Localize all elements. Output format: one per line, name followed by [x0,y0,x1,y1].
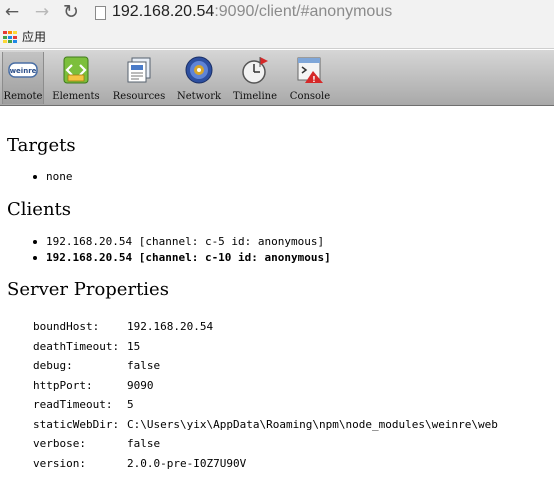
tab-timeline[interactable]: Timeline [228,52,282,104]
tab-label: Remote [3,91,43,102]
svg-text:weinre: weinre [10,67,37,75]
forward-arrow-icon[interactable]: → [31,1,53,23]
list-item: none [30,169,73,185]
property-value: 192.168.20.54 [127,320,214,333]
tab-label: Network [176,91,222,102]
browser-address-bar: ← → ↻ 192.168.20.54:9090/client/#anonymo… [0,0,554,25]
client-item-current[interactable]: 192.168.20.54 [channel: c-10 id: anonymo… [30,250,331,266]
bookmarks-bar: 应用 [0,25,554,49]
clients-heading: Clients [7,199,72,220]
property-key: httpPort: [33,378,93,392]
property-value: C:\Users\yix\AppData\Roaming\npm\node_mo… [127,417,498,431]
property-key: staticWebDir: [33,417,120,431]
property-key: deathTimeout: [33,339,120,353]
client-item[interactable]: 192.168.20.54 [channel: c-5 id: anonymou… [30,234,331,250]
tab-label: Timeline [232,91,278,102]
property-value: 5 [127,398,134,411]
property-row: httpPort: 9090 [33,376,498,396]
timeline-icon [242,57,268,84]
url-path: :9090/client/#anonymous [214,3,393,20]
tab-elements[interactable]: Elements [49,52,103,104]
tab-console[interactable]: ! Console [285,52,335,104]
property-row: staticWebDir: C:\Users\yix\AppData\Roamin… [33,415,498,435]
page-icon [95,6,106,20]
tab-network[interactable]: Network [174,52,224,104]
reload-icon[interactable]: ↻ [60,1,82,23]
weinre-toolbar: weinre Remote Elements Resources Network… [0,50,554,106]
property-key: readTimeout: [33,398,113,411]
property-row: debug: false [33,356,498,376]
property-key: debug: [33,359,73,372]
property-key: version: [33,456,86,470]
property-value: 15 [127,339,141,353]
property-row: version: 2.0.0-pre-I0Z7U90V [33,454,498,474]
clients-list: 192.168.20.54 [channel: c-5 id: anonymou… [30,234,331,266]
property-value: false [127,359,161,372]
property-row: deathTimeout: 15 [33,337,498,357]
console-icon: ! [297,57,323,84]
property-row: boundHost: 192.168.20.54 [33,317,498,337]
tab-label: Elements [52,91,100,102]
tab-resources[interactable]: Resources [109,52,169,104]
svg-text:!: ! [312,75,316,84]
weinre-logo-icon: weinre [8,62,38,78]
server-properties-table: boundHost: 192.168.20.54 deathTimeout: 15 de… [33,317,498,473]
targets-heading: Targets [7,135,76,156]
remote-panel: Targets none Clients 192.168.20.54 [chan… [0,107,554,487]
property-value: 9090 [127,378,154,392]
server-properties-heading: Server Properties [7,279,169,300]
property-value: false [127,437,161,450]
resources-icon [127,57,151,83]
back-arrow-icon[interactable]: ← [1,1,23,23]
url-field[interactable]: 192.168.20.54:9090/client/#anonymous [112,2,392,22]
tab-label: Resources [112,91,166,102]
elements-icon [63,56,89,84]
tab-remote[interactable]: weinre Remote [2,52,44,104]
property-row: readTimeout: 5 [33,395,498,415]
tab-label: Console [289,91,331,102]
property-row: verbose: false [33,434,498,454]
property-value: 2.0.0-pre-I0Z7U90V [127,456,247,470]
property-key: boundHost: [33,320,100,333]
apps-grid-icon[interactable] [3,31,17,44]
apps-bookmark[interactable]: 应用 [22,29,46,45]
targets-list: none [30,169,73,185]
network-icon [185,56,213,84]
property-key: verbose: [33,437,86,450]
url-host: 192.168.20.54 [112,3,215,20]
